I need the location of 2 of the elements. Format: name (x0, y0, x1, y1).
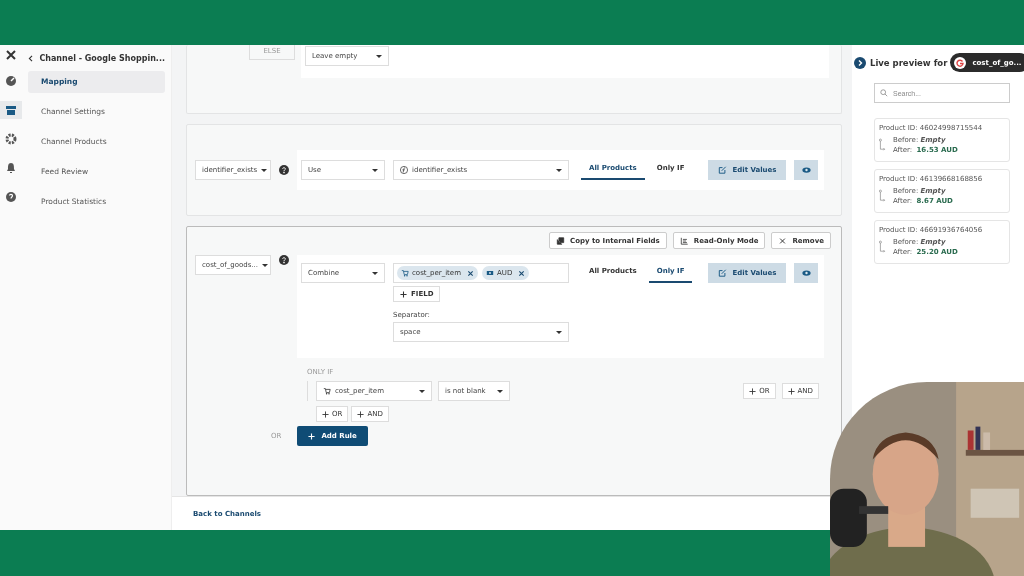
preview-title: Live preview for (870, 57, 948, 68)
channel-title: Channel - Google Shoppin... (39, 53, 165, 63)
